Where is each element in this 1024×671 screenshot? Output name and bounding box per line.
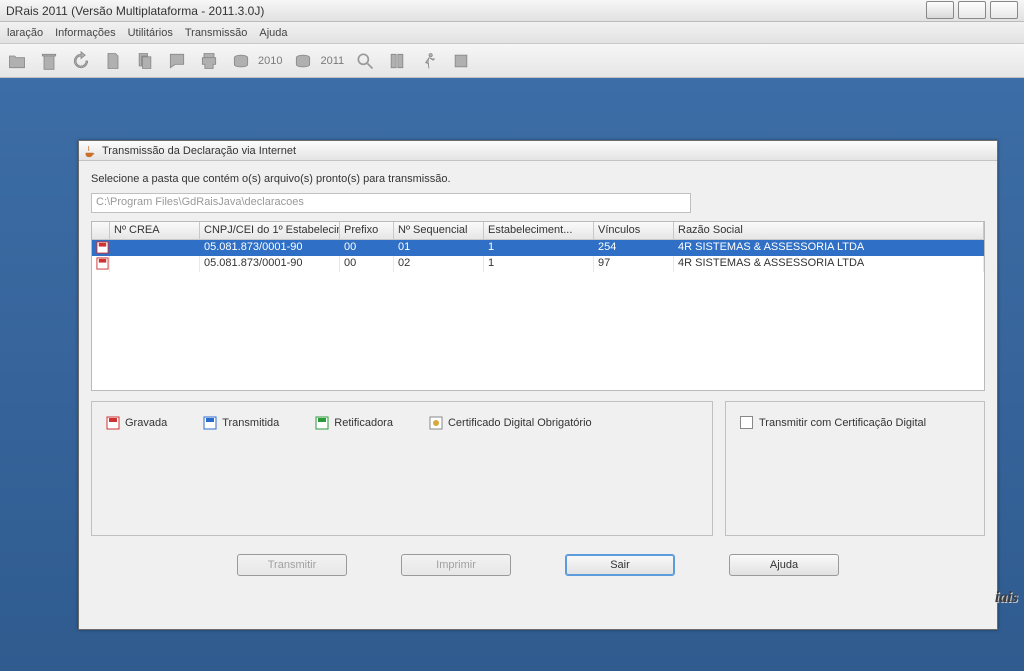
table-row[interactable]: 05.081.873/0001-90 00 02 1 97 4R SISTEMA… <box>92 256 984 272</box>
imprimir-button[interactable]: Imprimir <box>401 554 511 576</box>
java-icon <box>83 144 97 158</box>
sair-button[interactable]: Sair <box>565 554 675 576</box>
transmitir-button[interactable]: Transmitir <box>237 554 347 576</box>
cell-razao: 4R SISTEMAS & ASSESSORIA LTDA <box>674 240 984 256</box>
col-razao[interactable]: Razão Social <box>674 222 984 240</box>
cell-vinc: 254 <box>594 240 674 256</box>
menu-utilitarios[interactable]: Utilitários <box>122 27 179 39</box>
col-crea[interactable]: Nº CREA <box>110 222 200 240</box>
cell-est: 1 <box>484 256 594 272</box>
saved-icon <box>96 257 110 271</box>
col-sequencial[interactable]: Nº Sequencial <box>394 222 484 240</box>
checkbox-icon <box>740 416 753 429</box>
declarations-table: Nº CREA CNPJ/CEI do 1º Estabelecime... P… <box>91 221 985 391</box>
legend-panel: Gravada Transmitida Retificadora Ce <box>91 401 713 536</box>
runner-icon[interactable] <box>418 50 440 72</box>
table-row[interactable]: 05.081.873/0001-90 00 01 1 254 4R SISTEM… <box>92 240 984 256</box>
menu-declaracao[interactable]: laração <box>1 27 49 39</box>
year-2010-label: 2010 <box>258 55 282 67</box>
transmit-cert-checkbox[interactable]: Transmitir com Certificação Digital <box>740 416 970 429</box>
saved-icon <box>96 241 110 255</box>
cell-crea <box>110 240 200 256</box>
legend-cert-label: Certificado Digital Obrigatório <box>448 417 592 429</box>
legend-transmitida-label: Transmitida <box>222 417 279 429</box>
col-vinculos[interactable]: Vínculos <box>594 222 674 240</box>
legend-transmitida: Transmitida <box>203 416 279 430</box>
book-icon[interactable] <box>386 50 408 72</box>
table-header: Nº CREA CNPJ/CEI do 1º Estabelecime... P… <box>92 222 984 240</box>
legend-retificadora: Retificadora <box>315 416 393 430</box>
menu-ajuda[interactable]: Ajuda <box>253 27 293 39</box>
legend-gravada: Gravada <box>106 416 167 430</box>
cell-prefixo: 00 <box>340 240 394 256</box>
copy-icon[interactable] <box>134 50 156 72</box>
transmitted-icon <box>203 416 217 430</box>
cell-razao: 4R SISTEMAS & ASSESSORIA LTDA <box>674 256 984 272</box>
stop-icon[interactable] <box>450 50 472 72</box>
close-button[interactable] <box>990 1 1018 19</box>
cell-prefixo: 00 <box>340 256 394 272</box>
cell-cnpj: 05.081.873/0001-90 <box>200 240 340 256</box>
cell-seq: 02 <box>394 256 484 272</box>
transmit-dialog: Transmissão da Declaração via Internet S… <box>78 140 998 630</box>
dialog-titlebar: Transmissão da Declaração via Internet <box>79 141 997 161</box>
open-folder-icon[interactable] <box>6 50 28 72</box>
menu-transmissao[interactable]: Transmissão <box>179 27 254 39</box>
legend-cert: Certificado Digital Obrigatório <box>429 416 592 430</box>
saved-icon <box>106 416 120 430</box>
cell-seq: 01 <box>394 240 484 256</box>
search-icon[interactable] <box>354 50 376 72</box>
toolbar: 2010 2011 <box>0 44 1024 78</box>
menu-informacoes[interactable]: Informações <box>49 27 122 39</box>
refresh-icon[interactable] <box>70 50 92 72</box>
background-text: iais <box>995 589 1018 607</box>
legend-gravada-label: Gravada <box>125 417 167 429</box>
transmit-cert-label: Transmitir com Certificação Digital <box>759 417 926 429</box>
dialog-body: Selecione a pasta que contém o(s) arquiv… <box>79 161 997 586</box>
workspace: Transmissão da Declaração via Internet S… <box>0 78 1024 671</box>
rectifier-icon <box>315 416 329 430</box>
document-icon[interactable] <box>102 50 124 72</box>
minimize-button[interactable] <box>926 1 954 19</box>
disk-2010-icon[interactable] <box>230 50 252 72</box>
year-2011-label: 2011 <box>320 55 344 67</box>
col-estabelecimentos[interactable]: Estabeleciment... <box>484 222 594 240</box>
print-icon[interactable] <box>198 50 220 72</box>
app-titlebar: DRais 2011 (Versão Multiplataforma - 201… <box>0 0 1024 22</box>
app-title: DRais 2011 (Versão Multiplataforma - 201… <box>6 4 264 18</box>
cell-cnpj: 05.081.873/0001-90 <box>200 256 340 272</box>
col-icon[interactable] <box>92 222 110 240</box>
legend-retificadora-label: Retificadora <box>334 417 393 429</box>
dialog-title: Transmissão da Declaração via Internet <box>102 145 296 157</box>
menubar: laração Informações Utilitários Transmis… <box>0 22 1024 44</box>
cell-est: 1 <box>484 240 594 256</box>
col-prefixo[interactable]: Prefixo <box>340 222 394 240</box>
button-row: Transmitir Imprimir Sair Ajuda <box>91 554 985 576</box>
cert-required-icon <box>429 416 443 430</box>
col-cnpj[interactable]: CNPJ/CEI do 1º Estabelecime... <box>200 222 340 240</box>
option-panel: Transmitir com Certificação Digital <box>725 401 985 536</box>
ajuda-button[interactable]: Ajuda <box>729 554 839 576</box>
instruction-text: Selecione a pasta que contém o(s) arquiv… <box>91 173 985 185</box>
path-input[interactable]: C:\Program Files\GdRaisJava\declaracoes <box>91 193 691 213</box>
trash-icon[interactable] <box>38 50 60 72</box>
disk-2011-icon[interactable] <box>292 50 314 72</box>
cell-crea <box>110 256 200 272</box>
cell-vinc: 97 <box>594 256 674 272</box>
maximize-button[interactable] <box>958 1 986 19</box>
chat-icon[interactable] <box>166 50 188 72</box>
